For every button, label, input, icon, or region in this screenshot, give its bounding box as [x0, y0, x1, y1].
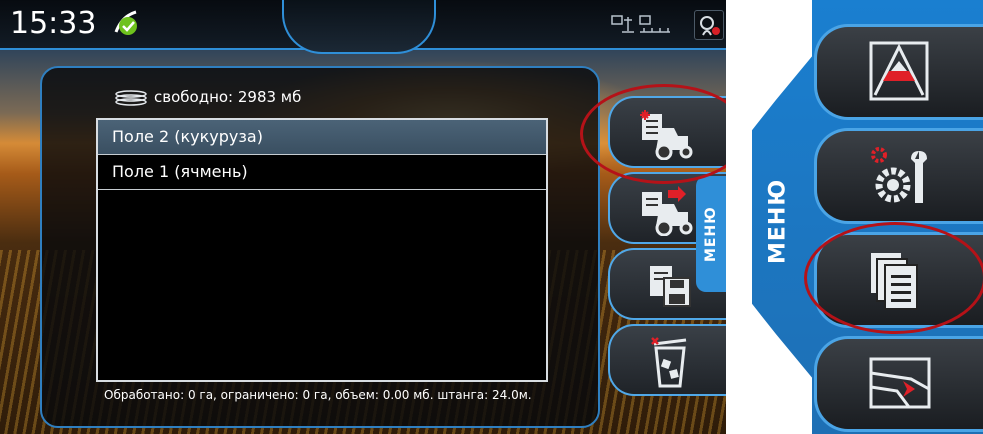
field-list-item[interactable]: Поле 1 (ячмень) [98, 155, 546, 190]
delete-field-button[interactable] [608, 324, 726, 396]
storage-disk-icon [115, 90, 147, 106]
save-field-icon [650, 266, 691, 307]
highlight-ellipse [804, 222, 983, 334]
field-list-item-selected[interactable]: Поле 2 (кукуруза) [98, 120, 546, 155]
user-profile-button[interactable] [694, 10, 724, 40]
settings-tools-button[interactable] [814, 128, 983, 224]
zoomed-menu-label: МЕНЮ [765, 178, 791, 264]
guidance-view-icon [869, 41, 929, 101]
boundary-navigation-icon [869, 357, 931, 409]
guidance-view-button[interactable] [814, 24, 983, 120]
top-center-notch [282, 0, 436, 54]
delete-field-icon [651, 337, 687, 388]
menu-tab[interactable]: МЕНЮ [696, 176, 726, 292]
settings-tools-icon [871, 147, 927, 203]
field-manager-panel: свободно: 2983 мб Поле 2 (кукуруза) Поле… [40, 66, 600, 428]
boundary-navigation-button[interactable] [814, 336, 983, 432]
menu-tab-label: МЕНЮ [703, 206, 719, 262]
clock-time: 15:33 [10, 6, 97, 41]
load-field-tractor-icon [642, 186, 693, 236]
zoomed-menu-panel: МЕНЮ [752, 0, 983, 434]
terminal-screen: 15:33 свободно: 2983 мб Поле 2 (кукуруза… [0, 0, 726, 434]
user-profile-icon [700, 16, 720, 36]
free-space-label: свободно: 2983 мб [154, 88, 302, 106]
field-list[interactable]: Поле 2 (кукуруза) Поле 1 (ячмень) [96, 118, 548, 382]
field-status-line: Обработано: 0 га, ограничено: 0 га, объе… [104, 388, 532, 402]
satellite-signal-icon [114, 10, 137, 35]
sections-status-icon [611, 15, 670, 33]
